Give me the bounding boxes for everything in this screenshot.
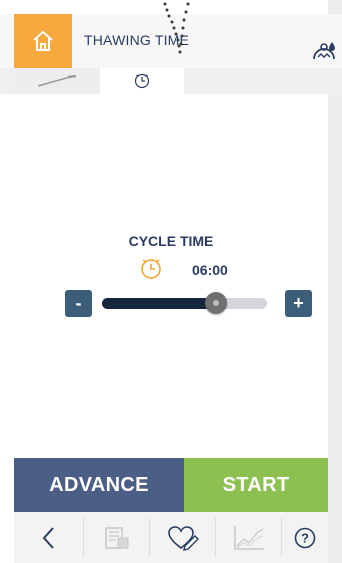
decrease-button[interactable]: - — [65, 290, 92, 317]
help-icon: ? — [294, 527, 316, 548]
start-button[interactable]: START — [184, 458, 328, 512]
recipe-book-button[interactable] — [84, 512, 149, 563]
tab-bar — [0, 68, 342, 94]
cycle-time-title: CYCLE TIME — [128, 233, 214, 249]
chart-button[interactable] — [216, 512, 281, 563]
app-root: THAWING TIME CYCLE TIME 06:00 - + ADVANC… — [0, 0, 342, 563]
dotted-decoration-icon — [163, 2, 190, 54]
cycle-time-value: 06:00 — [192, 262, 228, 278]
cycle-clock-icon — [141, 259, 161, 279]
svg-text:?: ? — [301, 530, 309, 545]
home-icon — [33, 30, 53, 51]
slider-thumb[interactable] — [205, 292, 227, 314]
cycle-time-slider[interactable] — [102, 292, 267, 314]
tab-probe[interactable] — [14, 68, 100, 94]
main-panel — [14, 94, 328, 458]
advance-button[interactable]: ADVANCE — [14, 458, 184, 512]
recipe-book-icon — [104, 526, 128, 549]
tab-clock[interactable] — [100, 68, 184, 94]
help-button[interactable]: ? — [282, 512, 328, 563]
home-button[interactable] — [14, 14, 72, 68]
increase-button[interactable]: + — [285, 290, 312, 317]
person-drop-button[interactable] — [311, 39, 337, 67]
favorite-edit-button[interactable] — [150, 512, 215, 563]
chart-icon — [233, 525, 264, 550]
back-icon — [42, 526, 54, 549]
clock-icon — [134, 73, 150, 89]
favorite-edit-icon — [167, 525, 199, 551]
back-button[interactable] — [14, 512, 83, 563]
probe-icon — [37, 74, 77, 87]
person-drop-icon — [313, 42, 335, 60]
slider-fill — [102, 298, 216, 309]
bottom-toolbar: ? — [14, 512, 328, 563]
